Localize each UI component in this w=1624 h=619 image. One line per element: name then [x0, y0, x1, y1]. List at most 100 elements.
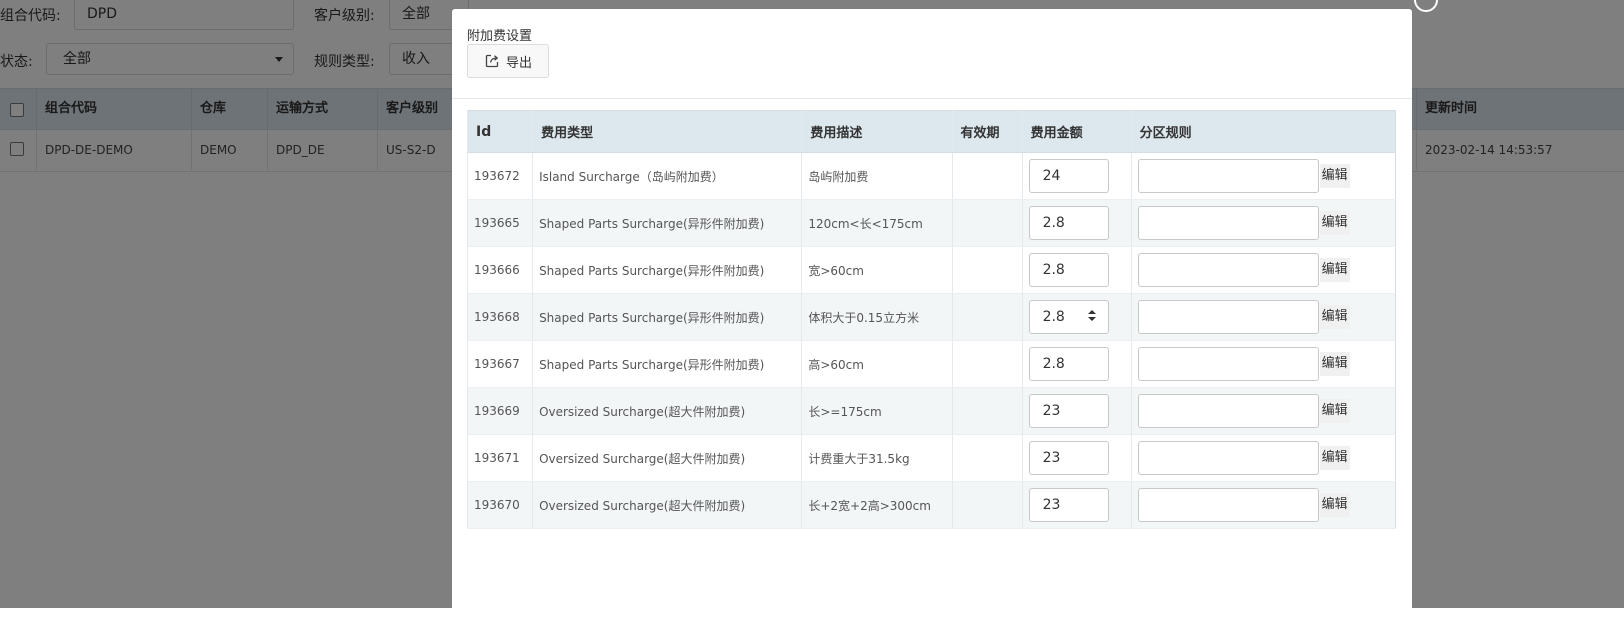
number-spinner-icon[interactable] — [1087, 310, 1096, 321]
divider — [452, 98, 1412, 99]
zone-rule-input[interactable] — [1137, 347, 1319, 381]
zone-rule-input[interactable] — [1137, 253, 1319, 287]
cell-amount: 23 — [1021, 434, 1132, 482]
surcharge-settings-modal: 附加费设置 导出 Id 费用类型 费用描述 有效期 费用金额 分区规则 1936… — [452, 9, 1412, 619]
header-fee-description[interactable]: 费用描述 — [801, 110, 952, 153]
amount-input[interactable]: 2.8 — [1028, 253, 1109, 287]
amount-value: 2.8 — [1042, 215, 1065, 231]
cell-fee-description: 长+2宽+2高>300cm — [801, 481, 952, 529]
amount-input[interactable]: 23 — [1028, 441, 1109, 475]
cell-fee-type: Oversized Surcharge(超大件附加费) — [532, 387, 802, 435]
cell-id: 193670 — [466, 481, 533, 529]
cell-fee-type: Oversized Surcharge(超大件附加费) — [532, 481, 802, 529]
cell-validity — [951, 387, 1023, 435]
edit-button[interactable]: 编辑 — [1319, 211, 1350, 235]
amount-input[interactable]: 23 — [1028, 488, 1109, 522]
cell-fee-description: 体积大于0.15立方米 — [801, 293, 952, 341]
cell-zone-rule: 编辑 — [1130, 293, 1396, 341]
cell-validity — [951, 246, 1023, 294]
cell-zone-rule: 编辑 — [1130, 387, 1396, 435]
cell-amount: 23 — [1021, 387, 1132, 435]
cell-validity — [951, 481, 1023, 529]
cell-id: 193666 — [466, 246, 533, 294]
zone-rule-input[interactable] — [1137, 159, 1319, 193]
edit-button[interactable]: 编辑 — [1319, 446, 1350, 470]
amount-input[interactable]: 2.8 — [1028, 347, 1109, 381]
amount-input[interactable]: 24 — [1028, 159, 1109, 193]
cell-fee-description: 高>60cm — [801, 340, 952, 388]
zone-rule-input[interactable] — [1137, 394, 1319, 428]
amount-value: 23 — [1042, 497, 1061, 513]
amount-input[interactable]: 2.8 — [1028, 206, 1109, 240]
zone-rule-input[interactable] — [1137, 441, 1319, 475]
edit-button[interactable]: 编辑 — [1319, 493, 1350, 517]
modal-title: 附加费设置 — [467, 29, 533, 44]
amount-input[interactable]: 23 — [1028, 394, 1109, 428]
cell-id: 193672 — [466, 152, 533, 200]
table-row: 193666 Shaped Parts Surcharge(异形件附加费) 宽>… — [466, 246, 1396, 294]
table-row: 193671 Oversized Surcharge(超大件附加费) 计费重大于… — [466, 434, 1396, 482]
edit-button[interactable]: 编辑 — [1319, 258, 1350, 282]
edit-button[interactable]: 编辑 — [1319, 305, 1350, 329]
cell-validity — [951, 293, 1023, 341]
cell-fee-description: 长>=175cm — [801, 387, 952, 435]
cell-zone-rule: 编辑 — [1130, 481, 1396, 529]
cell-amount: 2.8 — [1021, 246, 1132, 294]
cell-fee-description: 120cm<长<175cm — [801, 199, 952, 247]
cell-id: 193668 — [466, 293, 533, 341]
table-row: 193672 Island Surcharge（岛屿附加费） 岛屿附加费 24 … — [466, 152, 1396, 200]
cell-fee-type: Shaped Parts Surcharge(异形件附加费) — [532, 199, 802, 247]
cell-amount: 2.8 — [1021, 199, 1132, 247]
cell-validity — [951, 199, 1023, 247]
zone-rule-input[interactable] — [1137, 206, 1319, 240]
amount-input[interactable]: 2.8 — [1028, 300, 1109, 334]
cell-amount: 2.8 — [1021, 293, 1132, 341]
export-label: 导出 — [505, 55, 532, 71]
cell-fee-description: 宽>60cm — [801, 246, 952, 294]
header-id[interactable]: Id — [466, 110, 533, 153]
cell-amount: 23 — [1021, 481, 1132, 529]
cell-fee-type: Shaped Parts Surcharge(异形件附加费) — [532, 340, 802, 388]
header-validity[interactable]: 有效期 — [951, 110, 1023, 153]
cell-zone-rule: 编辑 — [1130, 434, 1396, 482]
cell-validity — [951, 434, 1023, 482]
cell-validity — [951, 152, 1023, 200]
table-row: 193668 Shaped Parts Surcharge(异形件附加费) 体积… — [466, 293, 1396, 341]
edit-button[interactable]: 编辑 — [1319, 164, 1350, 188]
cell-fee-description: 计费重大于31.5kg — [801, 434, 952, 482]
edit-button[interactable]: 编辑 — [1319, 399, 1350, 423]
cell-amount: 2.8 — [1021, 340, 1132, 388]
cell-fee-description: 岛屿附加费 — [801, 152, 952, 200]
edit-button[interactable]: 编辑 — [1319, 352, 1350, 376]
cell-fee-type: Shaped Parts Surcharge(异形件附加费) — [532, 246, 802, 294]
amount-value: 24 — [1042, 168, 1061, 184]
table-row: 193670 Oversized Surcharge(超大件附加费) 长+2宽+… — [466, 481, 1396, 529]
cell-fee-type: Oversized Surcharge(超大件附加费) — [532, 434, 802, 482]
header-amount[interactable]: 费用金额 — [1021, 110, 1132, 153]
zone-rule-input[interactable] — [1137, 300, 1319, 334]
cell-id: 193667 — [466, 340, 533, 388]
cell-zone-rule: 编辑 — [1130, 246, 1396, 294]
amount-value: 23 — [1042, 450, 1061, 466]
amount-value: 2.8 — [1042, 356, 1065, 372]
export-button[interactable]: 导出 — [467, 44, 549, 78]
cell-fee-type: Shaped Parts Surcharge(异形件附加费) — [532, 293, 802, 341]
table-row: 193667 Shaped Parts Surcharge(异形件附加费) 高>… — [466, 340, 1396, 388]
header-fee-type[interactable]: 费用类型 — [532, 110, 802, 153]
cell-zone-rule: 编辑 — [1130, 152, 1396, 200]
cell-id: 193671 — [466, 434, 533, 482]
cell-amount: 24 — [1021, 152, 1132, 200]
table-row: 193669 Oversized Surcharge(超大件附加费) 长>=17… — [466, 387, 1396, 435]
header-zone-rule[interactable]: 分区规则 — [1130, 110, 1396, 153]
cell-validity — [951, 340, 1023, 388]
cell-zone-rule: 编辑 — [1130, 340, 1396, 388]
cell-id: 193669 — [466, 387, 533, 435]
amount-value: 2.8 — [1042, 262, 1065, 278]
cell-fee-type: Island Surcharge（岛屿附加费） — [532, 152, 802, 200]
table-header-row: Id 费用类型 费用描述 有效期 费用金额 分区规则 — [466, 110, 1396, 153]
cell-id: 193665 — [466, 199, 533, 247]
zone-rule-input[interactable] — [1137, 488, 1319, 522]
cell-zone-rule: 编辑 — [1130, 199, 1396, 247]
amount-value: 2.8 — [1042, 309, 1065, 325]
surcharge-table: Id 费用类型 费用描述 有效期 费用金额 分区规则 193672 Island… — [466, 110, 1396, 529]
